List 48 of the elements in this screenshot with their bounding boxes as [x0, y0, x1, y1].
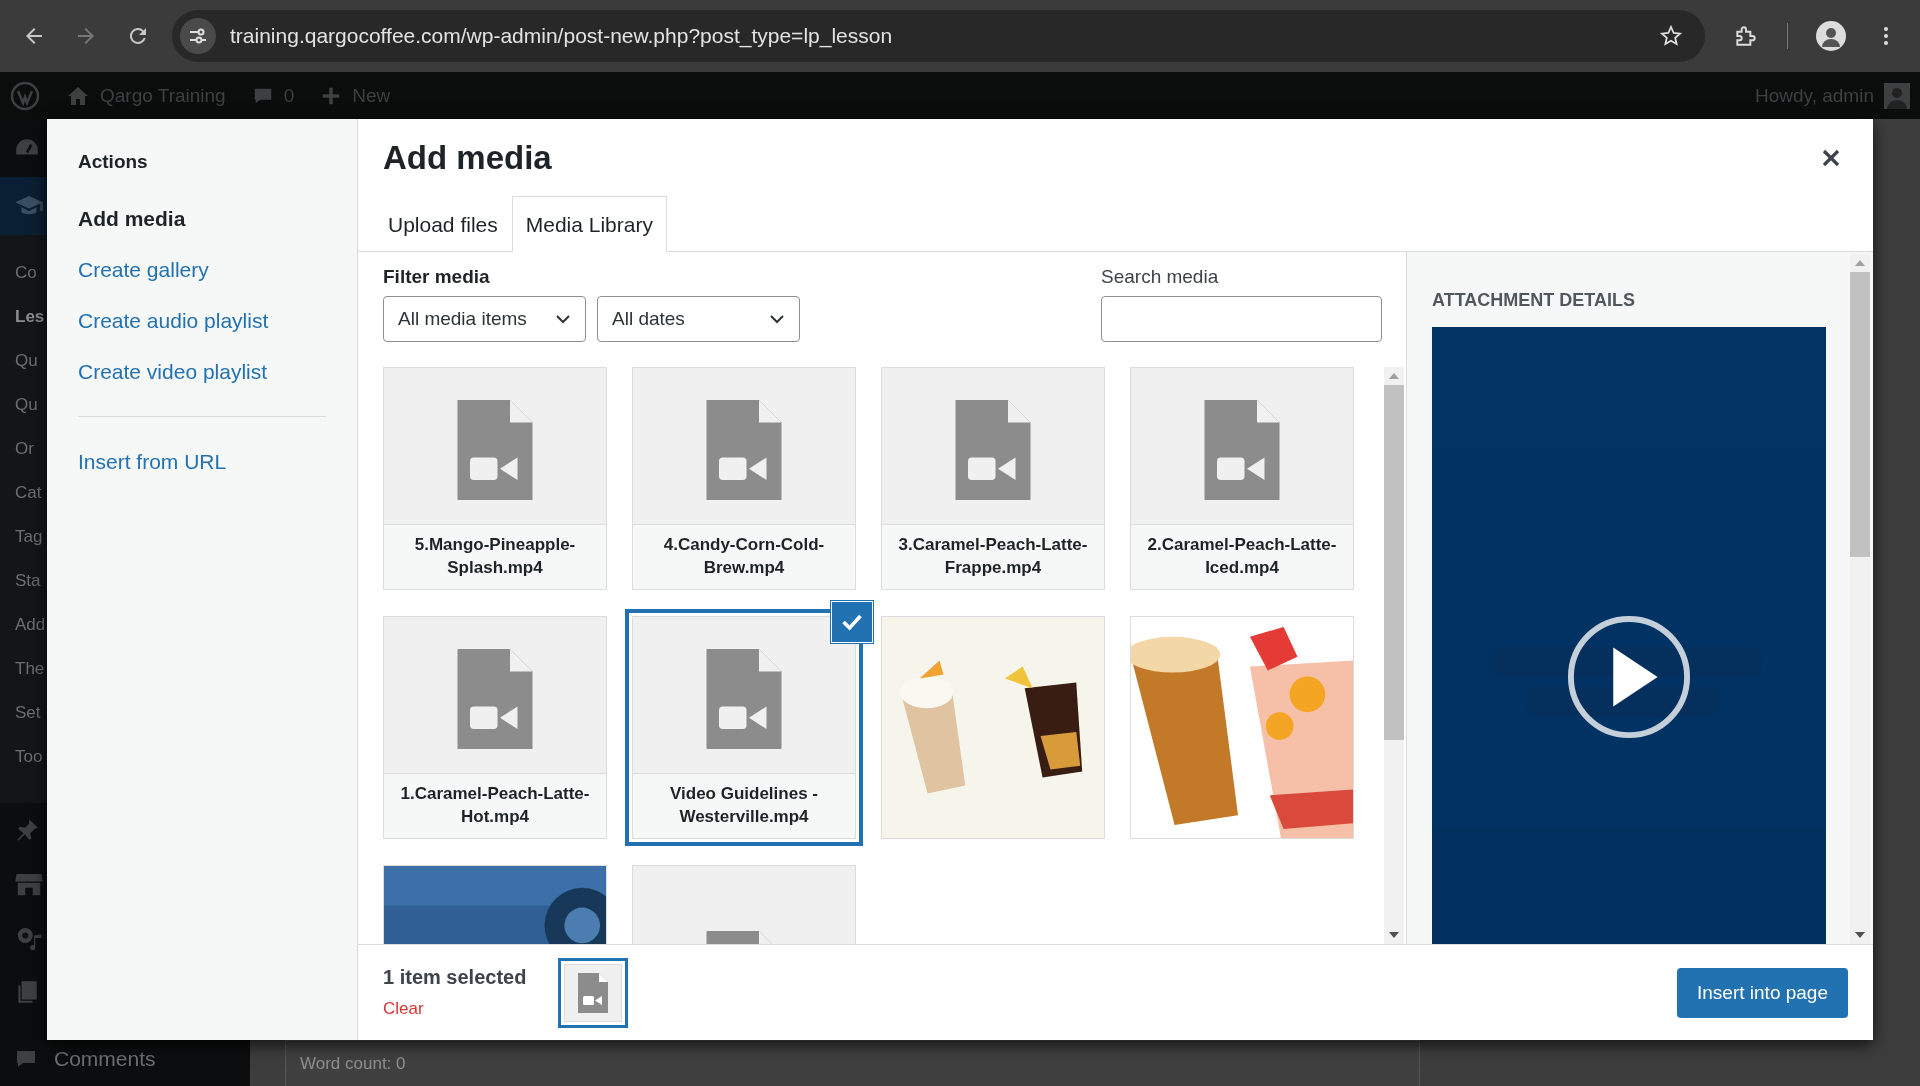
actions-heading: Actions	[78, 151, 149, 173]
filter-label: Filter media	[383, 266, 491, 288]
site-settings-icon[interactable]	[180, 18, 216, 54]
action-link[interactable]: Create gallery	[78, 258, 325, 282]
modal-title: Add media	[383, 138, 552, 177]
scroll-down-icon[interactable]	[1389, 932, 1399, 938]
action-link[interactable]: Insert from URL	[78, 450, 325, 474]
file-name: 1.Caramel-Peach-Latte-Hot.mp4	[399, 783, 591, 828]
scroll-up-icon[interactable]	[1389, 373, 1399, 379]
tab[interactable]: Media Library	[511, 196, 667, 252]
scroll-up-icon[interactable]	[1855, 260, 1865, 266]
selection-count: 1 item selected	[383, 966, 527, 989]
media-tile[interactable]: 1.Caramel-Peach-Latte-Hot.mp4	[383, 616, 607, 839]
action-link[interactable]: Add media	[78, 207, 325, 231]
action-link[interactable]: Create audio playlist	[78, 309, 325, 333]
play-button[interactable]	[1566, 614, 1692, 740]
file-name: 3.Caramel-Peach-Latte-Frappe.mp4	[897, 534, 1089, 579]
insert-button[interactable]: Insert into page	[1677, 967, 1848, 1018]
media-tile[interactable]: 4.Candy-Corn-Cold-Brew.mp4	[632, 367, 856, 590]
type-select[interactable]: All media items	[383, 296, 586, 342]
clear-link[interactable]: Clear	[383, 999, 527, 1019]
word-count: Word count: 0	[300, 1053, 406, 1074]
star-icon[interactable]	[1659, 24, 1683, 48]
date-select[interactable]: All dates	[597, 296, 800, 342]
file-name: 2.Caramel-Peach-Latte-Iced.mp4	[1146, 534, 1338, 579]
avatar-icon[interactable]	[1816, 21, 1846, 51]
file-name: 5.Mango-Pineapple-Splash.mp4	[413, 534, 577, 579]
selected-thumbnail[interactable]	[558, 957, 629, 1028]
url-text: training.qargocoffee.com/wp-admin/post-new.php?post_type=lp_lesson	[230, 24, 894, 48]
details-heading: ATTACHMENT DETAILS	[1432, 290, 1636, 311]
media-tile[interactable]: 2.Caramel-Peach-Latte-Iced.mp4	[1130, 367, 1354, 590]
scroll-down-icon[interactable]	[1855, 932, 1865, 938]
check-icon[interactable]	[832, 602, 872, 642]
comments-menu-item[interactable]: Comments	[0, 1039, 250, 1079]
user-avatar-icon	[1884, 82, 1910, 109]
search-field[interactable]	[1101, 296, 1382, 342]
media-tile[interactable]: 3.Caramel-Peach-Latte-Frappe.mp4	[881, 367, 1105, 590]
media-tile[interactable]: 5.Mango-Pineapple-Splash.mp4	[383, 367, 607, 590]
close-icon[interactable]	[1821, 147, 1841, 168]
action-link[interactable]: Create video playlist	[78, 360, 325, 384]
file-name: 4.Candy-Corn-Cold-Brew.mp4	[662, 534, 826, 579]
file-name: Video Guidelines - Westerville.mp4	[669, 783, 819, 828]
scrollbar[interactable]	[1384, 367, 1404, 944]
tab[interactable]: Upload files	[374, 196, 512, 251]
address-bar[interactable]: training.qargocoffee.com/wp-admin/post-new.php?post_type=lp_lesson	[172, 10, 1705, 62]
search-label: Search media	[1101, 266, 1220, 288]
puzzle-icon[interactable]	[1733, 23, 1759, 49]
scrollbar[interactable]	[1850, 254, 1870, 944]
